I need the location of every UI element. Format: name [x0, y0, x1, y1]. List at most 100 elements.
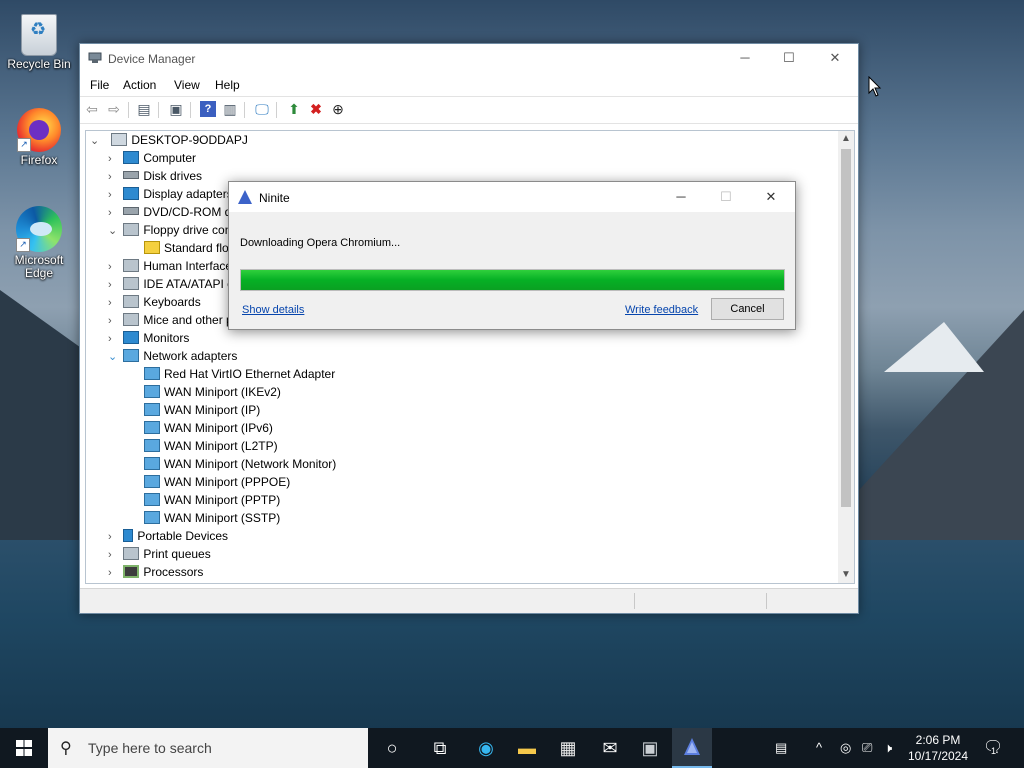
desktop-icon-edge[interactable]: ↗ Microsoft Edge: [1, 206, 77, 280]
menu-file[interactable]: File: [90, 78, 109, 92]
show-hide-console-tree-icon[interactable]: ▤: [136, 101, 152, 117]
scroll-up-icon[interactable]: ▲: [838, 131, 854, 147]
collapse-icon[interactable]: ⌄: [108, 348, 120, 366]
device-manager-taskbar-icon[interactable]: ▣: [638, 736, 662, 760]
update-driver-icon[interactable]: ⬆: [286, 101, 302, 117]
forward-icon[interactable]: ⇨: [106, 101, 122, 117]
network-adapter-icon: [144, 493, 160, 506]
expand-icon[interactable]: ›: [108, 546, 120, 564]
file-explorer-icon[interactable]: ▬: [515, 736, 539, 760]
task-view-icon[interactable]: ⧉: [428, 736, 452, 760]
help-icon[interactable]: ?: [200, 101, 216, 117]
expand-icon[interactable]: ›: [108, 258, 120, 276]
computer-icon: [111, 133, 128, 146]
scan-hardware-icon[interactable]: 🖵: [254, 101, 270, 117]
desktop-snow-peak: [884, 322, 984, 372]
meet-now-icon[interactable]: ◎: [840, 740, 851, 756]
menu-view[interactable]: View: [174, 78, 200, 92]
network-adapter-icon: [144, 367, 160, 380]
tree-item-monitors[interactable]: › Monitors: [108, 329, 189, 347]
tree-item-portable-devices[interactable]: › Portable Devices: [108, 527, 228, 545]
write-feedback-link[interactable]: Write feedback: [625, 304, 698, 316]
taskbar: ⚲ Type here to search ○ ⧉ ◉ ▬ ▦ ✉ ▣ ▤ ^ …: [0, 728, 1024, 768]
hid-icon: [123, 259, 140, 272]
tree-item-keyboards[interactable]: › Keyboards: [108, 293, 201, 311]
ninite-title-bar[interactable]: Ninite ─ ☐ ✕: [229, 182, 795, 212]
show-details-link[interactable]: Show details: [242, 304, 304, 316]
menu-help[interactable]: Help: [215, 78, 240, 92]
tree-item-wan-network-monitor[interactable]: WAN Miniport (Network Monitor): [144, 455, 336, 473]
tree-item-virtio-adapter[interactable]: Red Hat VirtIO Ethernet Adapter: [144, 365, 335, 383]
desktop-icon-recycle-bin[interactable]: Recycle Bin: [1, 8, 77, 71]
taskbar-search-box[interactable]: ⚲ Type here to search: [48, 728, 368, 768]
tree-item-wan-pptp[interactable]: WAN Miniport (PPTP): [144, 491, 280, 509]
expand-icon[interactable]: ›: [108, 168, 120, 186]
tree-item-wan-sstp[interactable]: WAN Miniport (SSTP): [144, 509, 280, 527]
expand-icon[interactable]: ›: [108, 204, 120, 222]
ninite-close-button[interactable]: ✕: [749, 182, 793, 212]
device-manager-icon: [88, 52, 102, 63]
ninite-title: Ninite: [259, 191, 290, 205]
warning-device-icon: [144, 241, 160, 254]
expand-icon[interactable]: ›: [108, 312, 120, 330]
edge-taskbar-icon[interactable]: ◉: [474, 736, 498, 760]
system-clock[interactable]: 2:06 PM 10/17/2024: [903, 732, 973, 764]
collapse-icon[interactable]: ⌄: [108, 222, 120, 240]
toolbar: ⇦ ⇨ ▤ ▣ ? ▥ 🖵 ⬆ ✖ ⊕: [80, 96, 858, 124]
progress-fill: [241, 270, 784, 290]
volume-muted-icon[interactable]: 🕨: [884, 740, 892, 756]
expand-icon[interactable]: ›: [108, 150, 120, 168]
minimize-button[interactable]: ─: [722, 44, 768, 74]
tree-item-processors[interactable]: › Processors: [108, 563, 203, 581]
back-icon[interactable]: ⇦: [84, 101, 100, 117]
tree-item-wan-ip[interactable]: WAN Miniport (IP): [144, 401, 260, 419]
network-adapter-icon: [144, 439, 160, 452]
network-icon[interactable]: ⎚: [862, 740, 872, 756]
tree-item-network-adapters[interactable]: ⌄ Network adapters: [108, 347, 237, 365]
tree-scrollbar[interactable]: ▲ ▼: [838, 131, 854, 583]
network-adapter-icon: [144, 511, 160, 524]
ninite-taskbar-button[interactable]: [672, 728, 712, 768]
action-pane-icon[interactable]: ▥: [222, 101, 238, 117]
show-hidden-icons-icon[interactable]: ^: [816, 740, 822, 755]
keyboard-icon: [123, 295, 140, 308]
cortana-icon[interactable]: ○: [380, 736, 404, 760]
tree-item-wan-pppoe[interactable]: WAN Miniport (PPPOE): [144, 473, 290, 491]
tree-item-wan-ikev2[interactable]: WAN Miniport (IKEv2): [144, 383, 281, 401]
uninstall-device-icon[interactable]: ✖: [308, 101, 324, 117]
tree-item-computer[interactable]: › Computer: [108, 149, 196, 167]
expand-icon[interactable]: ›: [108, 276, 120, 294]
scrollbar-thumb[interactable]: [841, 149, 851, 507]
ninite-minimize-button[interactable]: ─: [659, 182, 703, 212]
store-icon[interactable]: ▦: [556, 736, 580, 760]
expand-icon[interactable]: ›: [108, 186, 120, 204]
expand-icon[interactable]: ›: [108, 528, 120, 546]
title-bar[interactable]: Device Manager ─ ☐ ✕: [80, 44, 858, 74]
tree-item-disk-drives[interactable]: › Disk drives: [108, 167, 202, 185]
properties-icon[interactable]: ▣: [168, 101, 184, 117]
disable-device-icon[interactable]: ⊕: [330, 101, 346, 117]
close-button[interactable]: ✕: [812, 44, 858, 74]
expand-icon[interactable]: ›: [108, 564, 120, 582]
tree-item-print-queues[interactable]: › Print queues: [108, 545, 211, 563]
scroll-down-icon[interactable]: ▼: [838, 567, 854, 583]
tree-item-display-adapters[interactable]: › Display adapters: [108, 185, 233, 203]
tree-item-wan-ipv6[interactable]: WAN Miniport (IPv6): [144, 419, 273, 437]
start-button[interactable]: [0, 728, 48, 768]
tree-item-wan-l2tp[interactable]: WAN Miniport (L2TP): [144, 437, 278, 455]
desktop-icon-firefox[interactable]: ↗ Firefox: [1, 108, 77, 167]
tree-root[interactable]: ⌄ DESKTOP-9ODDAPJ: [90, 131, 248, 149]
collapse-icon[interactable]: ⌄: [90, 132, 102, 150]
ide-controller-icon: [123, 277, 140, 290]
expand-icon[interactable]: ›: [108, 294, 120, 312]
mail-icon[interactable]: ✉: [598, 736, 622, 760]
news-widget-icon[interactable]: ▤: [775, 740, 787, 756]
expand-icon[interactable]: ›: [108, 330, 120, 348]
cancel-button[interactable]: Cancel: [711, 298, 784, 320]
download-status-text: Downloading Opera Chromium...: [240, 237, 401, 249]
firefox-icon: ↗: [17, 108, 61, 152]
maximize-button[interactable]: ☐: [766, 44, 812, 74]
menu-action[interactable]: Action: [123, 78, 156, 92]
disk-drive-icon: [123, 171, 140, 179]
ninite-taskbar-icon: [684, 738, 700, 755]
